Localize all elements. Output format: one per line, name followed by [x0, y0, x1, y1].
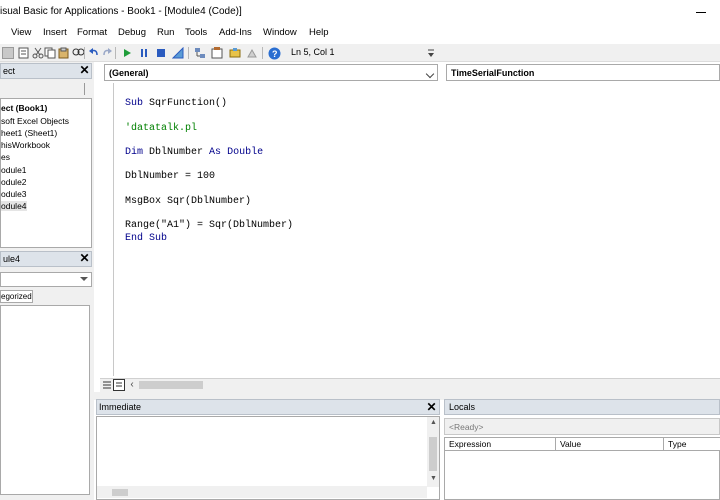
insert-icon[interactable] [18, 47, 30, 59]
chevron-down-icon [80, 277, 88, 281]
code-line[interactable]: Dim DblNumber As Double [125, 147, 263, 158]
menu-debug[interactable]: Debug [118, 27, 146, 38]
tree-item-modules[interactable]: es [1, 152, 10, 162]
minimize-icon[interactable] [693, 2, 713, 22]
menu-bar: View Insert Format Debug Run Tools Add-I… [0, 24, 720, 44]
menu-add-ins[interactable]: Add-Ins [219, 27, 252, 38]
tree-item-excel-objects[interactable]: soft Excel Objects [1, 116, 69, 126]
immediate-horizontal-scrollbar[interactable] [97, 486, 427, 498]
procedure-combo[interactable]: TimeSerialFunction [446, 64, 720, 81]
properties-object-dropdown[interactable] [0, 272, 92, 287]
column-header-type[interactable]: Type [664, 438, 720, 451]
immediate-header: Immediate [96, 399, 440, 415]
tree-item-module4[interactable]: odule4 [1, 201, 27, 211]
code-line[interactable]: MsgBox Sqr(DblNumber) [125, 196, 251, 207]
locals-context: <Ready> [444, 418, 720, 435]
chevron-down-icon [425, 69, 435, 79]
immediate-vertical-scrollbar[interactable]: ▲ ▼ [427, 417, 439, 487]
cut-icon[interactable] [32, 47, 44, 59]
toolbar-separator [84, 47, 85, 59]
module-view-icon[interactable] [113, 379, 125, 391]
code-line[interactable]: Sub SqrFunction() [125, 98, 227, 109]
tree-item-module1[interactable]: odule1 [1, 165, 27, 175]
redo-icon[interactable] [101, 47, 113, 59]
tab-categorized-label: egorized [1, 292, 32, 301]
standard-toolbar: ? Ln 5, Col 1 [0, 44, 720, 62]
menu-window[interactable]: Window [263, 27, 297, 38]
reset-icon[interactable] [155, 47, 167, 59]
undo-icon[interactable] [88, 47, 100, 59]
locals-header: Locals [444, 399, 720, 415]
toolbox-icon[interactable] [246, 47, 258, 59]
scrollbar-thumb[interactable] [112, 489, 128, 496]
locals-status-text: <Ready> [449, 422, 484, 432]
menu-tools[interactable]: Tools [185, 27, 207, 38]
object-combo-value: (General) [109, 68, 149, 78]
run-icon[interactable] [121, 47, 133, 59]
locals-title: Locals [449, 402, 476, 412]
design-mode-icon[interactable] [171, 46, 184, 59]
immediate-title: Immediate [99, 402, 142, 412]
toolbar-separator [115, 47, 116, 59]
toolbar-grip-icon[interactable] [427, 48, 435, 60]
find-icon[interactable] [72, 47, 85, 59]
procedure-view-icon[interactable] [101, 379, 113, 391]
menu-help[interactable]: Help [309, 27, 329, 38]
project-explorer-title: ect [3, 66, 16, 76]
properties-grid[interactable] [0, 305, 90, 495]
svg-text:?: ? [272, 49, 278, 59]
scroll-left-icon[interactable]: ‹ [127, 379, 137, 391]
project-explorer-toolbar [0, 80, 92, 98]
menu-view[interactable]: View [11, 27, 31, 38]
scroll-up-icon[interactable]: ▲ [430, 419, 437, 426]
tree-item-thisworkbook[interactable]: hisWorkbook [1, 140, 50, 150]
properties-title: ule4 [3, 254, 21, 264]
scrollbar-thumb[interactable] [429, 437, 437, 471]
menu-insert[interactable]: Insert [43, 27, 67, 38]
tab-categorized[interactable]: egorized [0, 290, 33, 303]
code-line-comment[interactable]: 'datatalk.pl [125, 123, 197, 134]
scrollbar-thumb[interactable] [139, 381, 203, 389]
help-icon[interactable]: ? [268, 47, 281, 60]
immediate-close-icon[interactable]: ✕ [425, 401, 438, 414]
column-header-value[interactable]: Value [556, 438, 664, 451]
toggle-folders-icon[interactable] [84, 83, 91, 95]
object-combo[interactable]: (General) [104, 64, 438, 81]
tree-item-project[interactable]: ect (Book1) [1, 103, 47, 113]
properties-icon[interactable] [211, 47, 223, 59]
tree-item-sheet1[interactable]: heet1 (Sheet1) [1, 128, 57, 138]
code-line[interactable]: Range("A1") = Sqr(DblNumber) [125, 220, 293, 231]
project-tree: ect (Book1) soft Excel Objects heet1 (Sh… [0, 98, 92, 248]
properties-close-icon[interactable]: ✕ [78, 252, 91, 265]
column-header-expression[interactable]: Expression [445, 438, 556, 451]
toolbar-separator [188, 47, 189, 59]
code-line[interactable]: End Sub [125, 233, 167, 244]
window-title: isual Basic for Applications - Book1 - [… [0, 6, 242, 17]
excel-icon[interactable] [2, 47, 14, 59]
tree-item-module2[interactable]: odule2 [1, 177, 27, 187]
toolbar-separator [262, 47, 263, 59]
procedure-combo-value: TimeSerialFunction [451, 68, 535, 78]
code-margin [100, 83, 114, 376]
break-icon[interactable] [138, 47, 150, 59]
copy-icon[interactable] [44, 47, 56, 59]
project-explorer-icon[interactable] [194, 47, 206, 59]
paste-icon[interactable] [58, 47, 70, 59]
scroll-down-icon[interactable]: ▼ [430, 475, 437, 482]
tree-item-module3[interactable]: odule3 [1, 189, 27, 199]
menu-format[interactable]: Format [77, 27, 107, 38]
code-line[interactable]: DblNumber = 100 [125, 171, 215, 182]
menu-run[interactable]: Run [157, 27, 174, 38]
title-bar: isual Basic for Applications - Book1 - [… [0, 0, 720, 24]
cursor-position: Ln 5, Col 1 [291, 47, 335, 57]
object-browser-icon[interactable] [229, 47, 241, 59]
project-close-icon[interactable]: ✕ [78, 64, 91, 77]
